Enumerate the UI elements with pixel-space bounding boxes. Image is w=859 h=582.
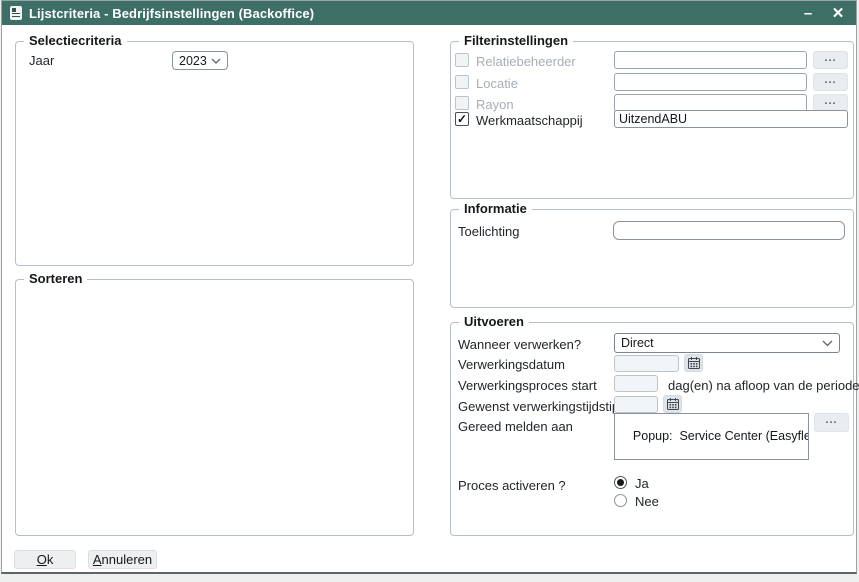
gewenst-verwerkingstijdstip-input[interactable] bbox=[614, 396, 658, 413]
werkmaatschappij-input[interactable] bbox=[614, 110, 848, 128]
relatiebeheerder-input[interactable] bbox=[614, 51, 807, 69]
minimize-button[interactable]: – bbox=[798, 3, 818, 23]
gereed-melden-aan-browse-button[interactable]: ... bbox=[814, 413, 849, 432]
radio-nee-label: Nee bbox=[635, 494, 659, 509]
annuleren-button[interactable]: Annuleren bbox=[88, 550, 157, 569]
rayon-label: Rayon bbox=[476, 97, 514, 112]
close-button[interactable]: ✕ bbox=[828, 3, 848, 23]
title-bar: Lijstcriteria - Bedrijfsinstellingen (Ba… bbox=[2, 1, 856, 25]
verwerkingsproces-start-label: Verwerkingsproces start bbox=[458, 378, 597, 393]
dialog-window: Lijstcriteria - Bedrijfsinstellingen (Ba… bbox=[1, 0, 857, 574]
locatie-input[interactable] bbox=[614, 73, 807, 91]
gewenst-verwerkingstijdstip-label: Gewenst verwerkingstijdstip bbox=[458, 399, 619, 414]
group-informatie-legend: Informatie bbox=[459, 201, 532, 216]
window-title: Lijstcriteria - Bedrijfsinstellingen (Ba… bbox=[29, 6, 314, 21]
werkmaatschappij-checkbox[interactable] bbox=[455, 112, 469, 126]
wanneer-verwerken-select[interactable]: Direct bbox=[614, 333, 840, 353]
calendar-icon bbox=[688, 357, 700, 369]
locatie-browse-button[interactable]: ... bbox=[813, 73, 848, 91]
radio-nee[interactable] bbox=[614, 494, 627, 507]
list-report-icon bbox=[10, 6, 22, 20]
radio-ja[interactable] bbox=[614, 476, 627, 489]
wanneer-verwerken-value: Direct bbox=[621, 336, 654, 350]
relatiebeheerder-label: Relatiebeheerder bbox=[476, 54, 576, 69]
toelichting-input[interactable] bbox=[613, 221, 845, 240]
group-filterinstellingen-legend: Filterinstellingen bbox=[459, 33, 573, 48]
relatiebeheerder-checkbox[interactable] bbox=[455, 53, 469, 67]
group-selectiecriteria-legend: Selectiecriteria bbox=[24, 33, 127, 48]
relatiebeheerder-browse-button[interactable]: ... bbox=[813, 51, 848, 69]
group-uitvoeren-legend: Uitvoeren bbox=[459, 314, 529, 329]
toelichting-label: Toelichting bbox=[458, 224, 519, 239]
gereed-melden-aan-listbox[interactable]: Popup: Service Center (Easyflex) bbox=[614, 413, 809, 460]
gereed-melden-aan-value: Popup: Service Center (Easyflex) bbox=[633, 429, 809, 443]
rayon-checkbox[interactable] bbox=[455, 96, 469, 110]
verwerkingsdatum-input[interactable] bbox=[614, 355, 679, 372]
calendar-icon bbox=[667, 398, 679, 410]
jaar-label: Jaar bbox=[29, 53, 54, 68]
chevron-down-icon bbox=[822, 340, 833, 347]
werkmaatschappij-label: Werkmaatschappij bbox=[476, 113, 583, 128]
locatie-checkbox[interactable] bbox=[455, 75, 469, 89]
wanneer-verwerken-label: Wanneer verwerken? bbox=[458, 337, 581, 352]
group-sorteren: Sorteren bbox=[15, 279, 414, 536]
jaar-select[interactable]: 2023 bbox=[172, 51, 228, 70]
gewenst-verwerkingstijdstip-calendar-button[interactable] bbox=[663, 395, 682, 413]
radio-ja-label: Ja bbox=[635, 476, 649, 491]
jaar-select-value: 2023 bbox=[179, 54, 207, 68]
gereed-melden-aan-label: Gereed melden aan bbox=[458, 419, 573, 434]
chevron-down-icon bbox=[211, 58, 221, 64]
annuleren-button-label: Annuleren bbox=[93, 552, 152, 567]
verwerkingsproces-start-input[interactable] bbox=[614, 375, 658, 392]
group-sorteren-legend: Sorteren bbox=[24, 271, 87, 286]
group-selectiecriteria: Selectiecriteria bbox=[15, 41, 414, 266]
locatie-label: Locatie bbox=[476, 76, 518, 91]
proces-activeren-label: Proces activeren ? bbox=[458, 478, 566, 493]
verwerkingsdatum-calendar-button[interactable] bbox=[684, 354, 703, 372]
verwerkingsdatum-label: Verwerkingsdatum bbox=[458, 357, 565, 372]
verwerkingsproces-start-suffix: dag(en) na afloop van de periode bbox=[668, 378, 859, 393]
ok-button-label: Ok bbox=[37, 552, 54, 567]
ok-button[interactable]: Ok bbox=[14, 550, 76, 569]
